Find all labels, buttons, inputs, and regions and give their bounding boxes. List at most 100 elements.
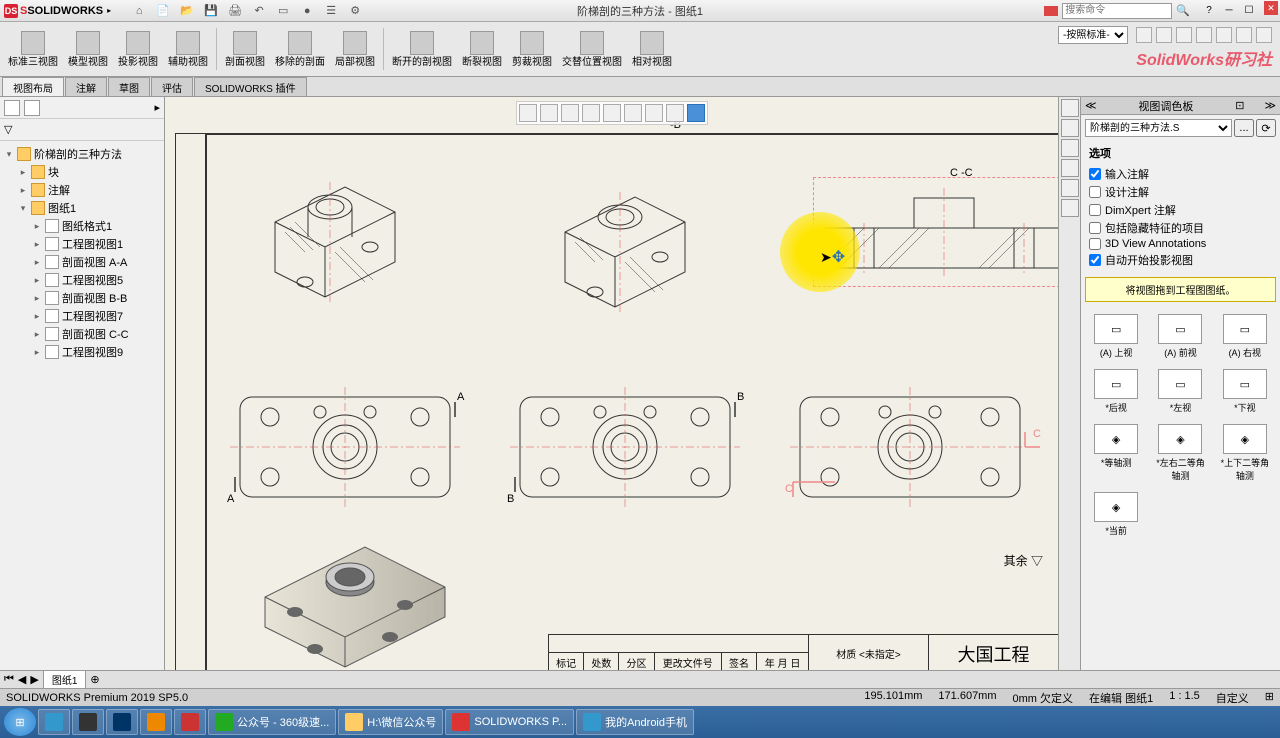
add-sheet-icon[interactable]: ⊕ (90, 673, 99, 686)
select-icon[interactable]: ▭ (275, 3, 291, 19)
fm-tab-icon[interactable] (4, 100, 20, 116)
tab-sketch[interactable]: 草图 (108, 77, 150, 96)
taskbar-item[interactable] (72, 709, 104, 735)
tree-item[interactable]: ▸工程图视图7 (4, 307, 160, 325)
tab-evaluate[interactable]: 评估 (151, 77, 193, 96)
rt-home-icon[interactable] (1061, 99, 1079, 117)
group-icon[interactable] (1256, 27, 1272, 43)
tp-model-dropdown[interactable]: 阶梯剖的三种方法.S (1085, 119, 1232, 137)
save-icon[interactable]: 💾 (203, 3, 219, 19)
thickness-icon[interactable] (1196, 27, 1212, 43)
maximize-icon[interactable]: ☐ (1242, 4, 1256, 18)
home-icon[interactable]: ⌂ (131, 3, 147, 19)
ribbon-crop-view[interactable]: 剪裁视图 (508, 24, 556, 74)
palette-view[interactable]: ▭(A) 右视 (1216, 312, 1274, 361)
palette-view[interactable]: ▭*下视 (1216, 367, 1274, 416)
palette-view[interactable]: ◈*左右二等角轴测 (1151, 422, 1209, 484)
ribbon-std-views[interactable]: 标准三视图 (4, 24, 62, 74)
rt-library-icon[interactable] (1061, 139, 1079, 157)
ribbon-removed-section[interactable]: 移除的剖面 (271, 24, 329, 74)
tp-collapse-icon[interactable]: ≪ (1085, 99, 1097, 112)
tp-pin-icon[interactable]: ⊡ (1235, 99, 1244, 112)
palette-view[interactable]: ◈*等轴测 (1087, 422, 1145, 484)
open-icon[interactable]: 📂 (179, 3, 195, 19)
display-icon[interactable] (603, 104, 621, 122)
tab-addins[interactable]: SOLIDWORKS 插件 (194, 77, 307, 96)
rt-palette-icon[interactable] (1061, 159, 1079, 177)
edit-sheet-icon[interactable] (645, 104, 663, 122)
taskbar-item[interactable] (174, 709, 206, 735)
taskbar-item[interactable] (106, 709, 138, 735)
sheet-nav-first-icon[interactable]: ⏮ (4, 673, 14, 686)
tab-view-layout[interactable]: 视图布局 (2, 77, 64, 96)
iso-view-1[interactable] (255, 152, 415, 322)
top-view-1[interactable]: A A (225, 382, 465, 512)
zoom-area-icon[interactable] (540, 104, 558, 122)
tree-item[interactable]: ▾图纸1 (4, 199, 160, 217)
ribbon-aux-view[interactable]: 辅助视图 (164, 24, 212, 74)
ribbon-section-view[interactable]: 剖面视图 (221, 24, 269, 74)
color-icon[interactable] (1176, 27, 1192, 43)
check-import-annot[interactable]: 输入注解 (1089, 165, 1272, 183)
start-button[interactable]: ⊞ (4, 708, 36, 736)
rt-props-icon[interactable] (1061, 199, 1079, 217)
sheet-tab[interactable]: 图纸1 (43, 670, 87, 689)
ribbon-relative-view[interactable]: 相对视图 (628, 24, 676, 74)
standard-dropdown[interactable]: -按照标准- (1058, 26, 1128, 44)
dropdown-icon[interactable]: ▸ (107, 6, 111, 15)
ribbon-alt-pos-view[interactable]: 交替位置视图 (558, 24, 626, 74)
fm-expand-icon[interactable]: ▸ (154, 101, 160, 114)
palette-view[interactable]: ▭*左视 (1151, 367, 1209, 416)
status-mks-icon[interactable]: ⊞ (1265, 690, 1274, 706)
palette-view[interactable]: ◈*上下二等角轴测 (1216, 422, 1274, 484)
tp-refresh-icon[interactable]: ⟳ (1256, 119, 1276, 137)
tp-close-icon[interactable]: ✕ (1264, 1, 1278, 15)
options-icon[interactable]: ☰ (323, 3, 339, 19)
new-icon[interactable]: 📄 (155, 3, 171, 19)
status-custom[interactable]: 自定义 (1216, 690, 1249, 706)
taskbar-item[interactable]: 我的Android手机 (576, 709, 694, 735)
gear-icon[interactable]: ⚙ (347, 3, 363, 19)
fm-tab2-icon[interactable] (24, 100, 40, 116)
minimize-icon[interactable]: ─ (1222, 4, 1236, 18)
search-icon[interactable]: 🔍 (1176, 4, 1190, 17)
tree-item[interactable]: ▸块 (4, 163, 160, 181)
check-3d-annot[interactable]: 3D View Annotations (1089, 237, 1272, 251)
ribbon-break-view[interactable]: 断裂视图 (458, 24, 506, 74)
ribbon-detail-view[interactable]: 局部视图 (331, 24, 379, 74)
tree-item[interactable]: ▸工程图视图5 (4, 271, 160, 289)
taskbar-item[interactable] (38, 709, 70, 735)
section-icon[interactable] (582, 104, 600, 122)
tree-item[interactable]: ▸工程图视图1 (4, 235, 160, 253)
align-icon[interactable] (1236, 27, 1252, 43)
rebuild-icon[interactable]: ● (299, 3, 315, 19)
view-orient-icon[interactable] (666, 104, 684, 122)
print-icon[interactable]: 🖨 (227, 3, 243, 19)
tp-browse-button[interactable]: ... (1234, 119, 1254, 137)
rt-resources-icon[interactable] (1061, 119, 1079, 137)
ribbon-model-view[interactable]: 模型视图 (64, 24, 112, 74)
drawing-canvas[interactable]: -B C -C (165, 97, 1058, 670)
tp-expand-icon[interactable]: ≫ (1264, 99, 1276, 112)
tree-item[interactable]: ▸图纸格式1 (4, 217, 160, 235)
style-icon[interactable] (1216, 27, 1232, 43)
top-view-3[interactable]: C C (785, 382, 1045, 512)
taskbar-item[interactable]: SOLIDWORKS P... (445, 709, 574, 735)
taskbar-item[interactable] (140, 709, 172, 735)
3d-view-icon[interactable] (687, 104, 705, 122)
help-icon[interactable]: ? (1202, 4, 1216, 18)
prev-view-icon[interactable] (561, 104, 579, 122)
search-input[interactable] (1062, 3, 1172, 19)
shaded-iso-view[interactable] (235, 527, 475, 670)
tree-item[interactable]: ▸剖面视图 B-B (4, 289, 160, 307)
top-view-2[interactable]: B B (505, 382, 745, 512)
status-scale[interactable]: 1 : 1.5 (1169, 690, 1200, 706)
check-design-annot[interactable]: 设计注解 (1089, 183, 1272, 201)
more-views-label[interactable]: 其余 ▽ (1004, 552, 1043, 569)
tree-root[interactable]: ▾阶梯剖的三种方法 (4, 145, 160, 163)
check-dimxpert[interactable]: DimXpert 注解 (1089, 201, 1272, 219)
iso-view-2[interactable] (545, 162, 705, 332)
layer-icon[interactable] (1136, 27, 1152, 43)
tree-item[interactable]: ▸剖面视图 A-A (4, 253, 160, 271)
tab-annotation[interactable]: 注解 (65, 77, 107, 96)
